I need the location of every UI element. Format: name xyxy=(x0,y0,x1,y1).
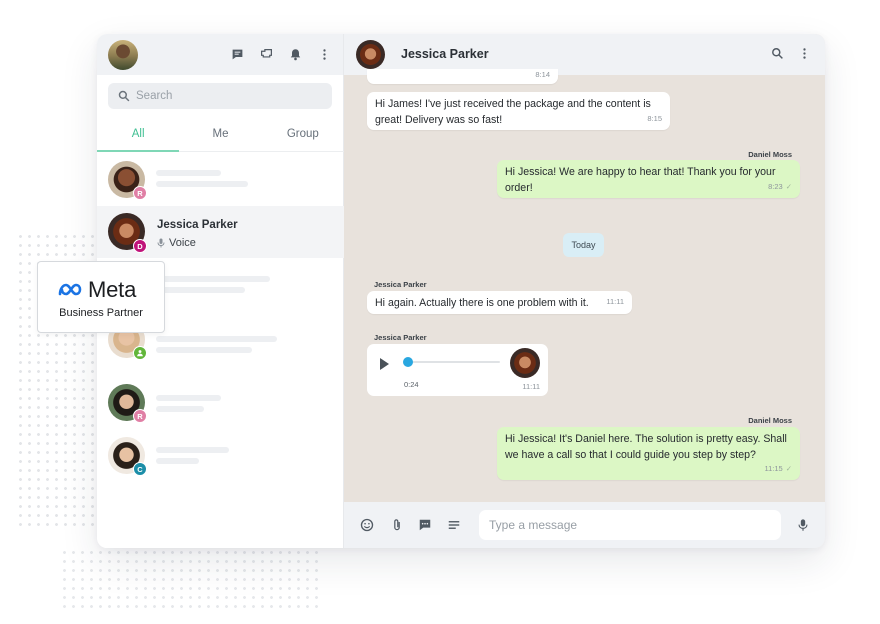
message-text: Hi James! I've just received the package… xyxy=(375,98,651,126)
messenger-window: All Me Group R D Jessica Parker Voice xyxy=(97,34,825,548)
channel-badge: C xyxy=(133,462,147,476)
contact-name[interactable]: Jessica Parker xyxy=(401,47,489,61)
audio-duration: 0:24 xyxy=(404,380,419,389)
message-time: 11:11 xyxy=(606,296,624,306)
message-text: Hi Jessica! It's Daniel here. The soluti… xyxy=(505,433,787,461)
broadcast-icon[interactable] xyxy=(258,46,275,63)
read-ticks-icon: ✓ xyxy=(785,181,792,191)
search-icon xyxy=(118,90,130,102)
chat-filter-tabs: All Me Group xyxy=(97,120,344,152)
sender-name: Jessica Parker xyxy=(374,333,427,342)
day-separator: Today xyxy=(563,233,604,257)
chat-list-item[interactable]: R xyxy=(97,153,344,205)
search-input[interactable] xyxy=(136,87,316,105)
tab-all[interactable]: All xyxy=(97,120,180,152)
audio-progress-knob[interactable] xyxy=(403,357,413,367)
preview-placeholder xyxy=(156,406,204,412)
decorative-dot-pattern xyxy=(60,548,320,608)
sender-name: Jessica Parker xyxy=(374,280,427,289)
chat-list-item-jessica-parker[interactable]: D Jessica Parker Voice xyxy=(97,206,344,258)
partner-label: Business Partner xyxy=(59,307,143,319)
channel-badge: D xyxy=(133,239,147,253)
name-placeholder xyxy=(156,447,229,453)
template-icon[interactable] xyxy=(447,518,461,532)
attach-icon[interactable] xyxy=(390,518,404,532)
sidebar-header xyxy=(97,34,343,75)
contact-name: Jessica Parker xyxy=(157,219,238,231)
message-time: 8:23 ✓ xyxy=(768,181,792,191)
message-input[interactable] xyxy=(479,510,781,540)
chat-list-item[interactable]: R xyxy=(97,376,344,428)
channel-badge xyxy=(133,346,147,360)
message-bubble-outgoing: Hi Jessica! We are happy to hear that! T… xyxy=(497,160,800,198)
bell-icon[interactable] xyxy=(287,46,304,63)
message-time: 11:11 xyxy=(522,382,540,391)
message-text: Hi Jessica! We are happy to hear that! T… xyxy=(505,166,776,194)
audio-progress-track[interactable] xyxy=(405,361,500,363)
preview-placeholder xyxy=(156,287,245,293)
name-placeholder xyxy=(156,170,221,176)
sender-avatar xyxy=(510,348,540,378)
my-avatar[interactable] xyxy=(108,40,138,70)
message-text: Hi again. Actually there is one problem … xyxy=(375,297,589,309)
preview-placeholder xyxy=(156,181,248,187)
chat-list-item[interactable]: C xyxy=(97,429,344,481)
more-vertical-icon[interactable] xyxy=(798,47,811,60)
emoji-icon[interactable] xyxy=(360,518,374,532)
name-placeholder xyxy=(156,395,221,401)
message-bubble-incoming: 8:14 xyxy=(367,69,558,84)
message-bubble-outgoing: Hi Jessica! It's Daniel here. The soluti… xyxy=(497,427,800,480)
channel-badge: R xyxy=(133,186,147,200)
message-bubble-incoming: Hi again. Actually there is one problem … xyxy=(367,291,632,314)
meta-logo: Meta xyxy=(56,277,136,303)
sender-name: Daniel Moss xyxy=(748,150,792,159)
name-placeholder xyxy=(156,276,270,282)
new-chat-icon[interactable] xyxy=(229,46,246,63)
microphone-icon[interactable] xyxy=(796,518,810,532)
more-vertical-icon[interactable] xyxy=(316,46,333,63)
sender-name: Daniel Moss xyxy=(748,416,792,425)
group-icon xyxy=(137,350,143,357)
search-icon[interactable] xyxy=(771,47,784,60)
search-box[interactable] xyxy=(108,83,332,109)
message-time: 8:15 xyxy=(647,113,662,123)
meta-wordmark: Meta xyxy=(88,277,137,302)
tab-group[interactable]: Group xyxy=(262,120,344,151)
preview-placeholder xyxy=(156,347,252,353)
read-ticks-icon: ✓ xyxy=(785,463,792,473)
tab-me[interactable]: Me xyxy=(179,120,261,151)
meta-business-partner-badge: Meta Business Partner xyxy=(37,261,165,333)
quick-reply-icon[interactable] xyxy=(418,518,432,532)
message-time: 11:15 ✓ xyxy=(764,463,792,473)
microphone-icon xyxy=(157,238,165,248)
preview-placeholder xyxy=(156,458,199,464)
name-placeholder xyxy=(156,336,277,342)
voice-message: 0:24 11:11 xyxy=(367,344,548,396)
meta-infinity-icon xyxy=(58,283,82,296)
conversation-panel: Jessica Parker 8:14 Hi James! I've just … xyxy=(344,34,825,548)
last-message-preview: Voice xyxy=(157,237,196,249)
message-time: 8:14 xyxy=(535,69,550,79)
last-message-text: Voice xyxy=(169,237,196,249)
message-bubble-incoming: Hi James! I've just received the package… xyxy=(367,92,670,130)
play-icon[interactable] xyxy=(380,358,389,370)
contact-avatar[interactable] xyxy=(356,40,385,69)
message-composer xyxy=(344,502,825,548)
channel-badge: R xyxy=(133,409,147,423)
